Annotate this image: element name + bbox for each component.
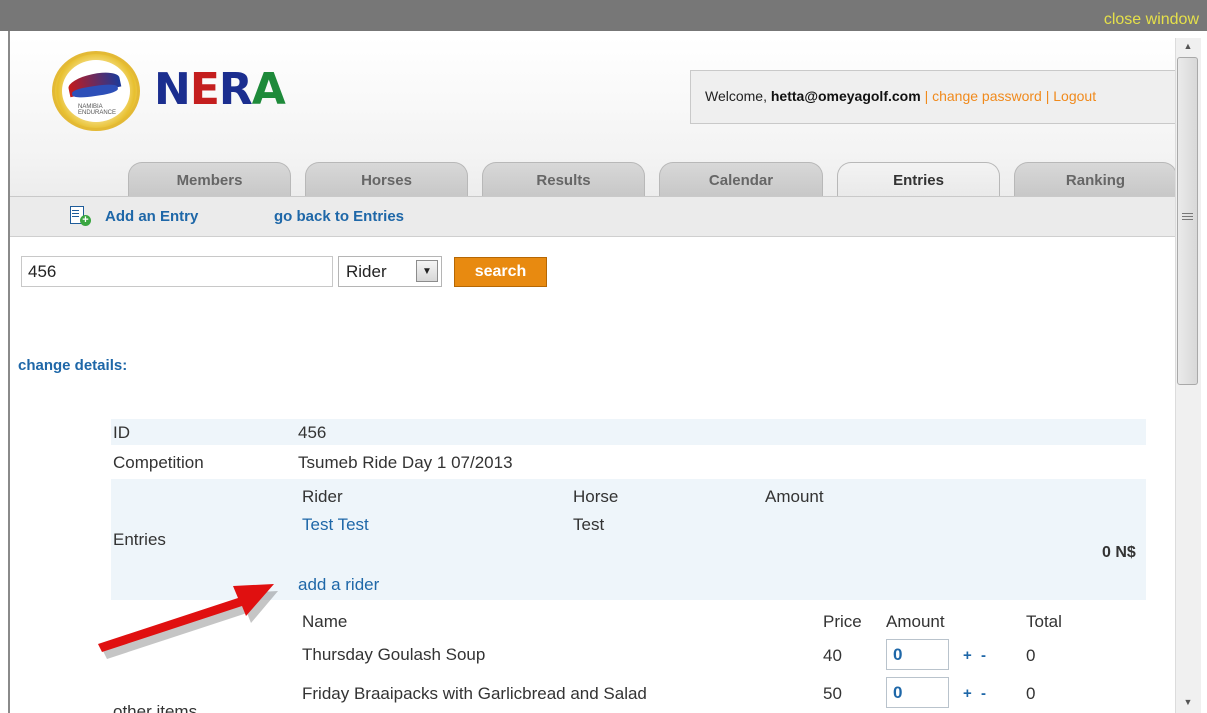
entries-header-rider: Rider	[302, 487, 343, 506]
tab-calendar[interactable]: Calendar	[659, 162, 823, 197]
close-window-link[interactable]: close window	[1104, 11, 1199, 29]
entries-header-horse: Horse	[573, 487, 619, 506]
annotation-arrow-icon	[98, 584, 278, 659]
separator: |	[1045, 88, 1050, 104]
app-window: close window NAMIBIA ENDURANCE NERA Welc…	[0, 0, 1207, 713]
tab-entries[interactable]: Entries	[837, 162, 1000, 197]
add-rider-link[interactable]: add a rider	[298, 575, 379, 595]
tab-horses[interactable]: Horses	[305, 162, 468, 197]
brand-wordmark[interactable]: NERA	[154, 64, 286, 115]
item-amount-input[interactable]	[886, 639, 949, 670]
user-email: hetta@omeyagolf.com	[770, 88, 921, 104]
items-header-amount: Amount	[886, 612, 945, 631]
change-password-link[interactable]: change password	[932, 88, 1042, 104]
item-price: 40	[823, 646, 842, 665]
item-name: Thursday Goulash Soup	[302, 645, 486, 664]
scroll-up-icon[interactable]: ▲	[1178, 38, 1198, 54]
item-amount-input[interactable]	[886, 677, 949, 708]
items-header-price: Price	[823, 612, 862, 631]
search-type-value: Rider	[346, 262, 387, 281]
other-items-label: other items	[113, 702, 198, 713]
separator: |	[924, 88, 929, 104]
tab-members[interactable]: Members	[128, 162, 291, 197]
change-details-heading: change details:	[18, 357, 128, 374]
grip-icon	[1182, 213, 1193, 225]
competition-label: Competition	[113, 453, 204, 472]
entries-label: Entries	[113, 530, 166, 549]
window-title-bar: close window	[0, 0, 1207, 31]
logo-caption: NAMIBIA ENDURANCE	[78, 104, 117, 116]
account-welcome: Welcome, hetta@omeyagolf.com | change pa…	[705, 88, 1096, 104]
entries-header-amount: Amount	[765, 487, 824, 506]
search-button[interactable]: search	[454, 257, 547, 287]
id-label: ID	[113, 423, 130, 442]
competition-value: Tsumeb Ride Day 1 07/2013	[298, 453, 513, 472]
increment-button[interactable]: +	[963, 647, 972, 664]
plus-icon: +	[80, 215, 91, 226]
logo-emblem-inner: NAMIBIA ENDURANCE	[62, 60, 130, 122]
entry-rider-link[interactable]: Test Test	[302, 515, 369, 535]
decrement-button[interactable]: -	[981, 685, 986, 702]
entry-horse: Test	[573, 515, 605, 534]
items-header-name: Name	[302, 612, 348, 631]
item-total: 0	[1026, 684, 1036, 703]
tab-results[interactable]: Results	[482, 162, 645, 197]
tab-ranking[interactable]: Ranking	[1014, 162, 1177, 197]
add-entry-link[interactable]: Add an Entry	[105, 208, 198, 225]
logout-link[interactable]: Logout	[1053, 88, 1096, 104]
decrement-button[interactable]: -	[981, 647, 986, 664]
scroll-down-icon[interactable]: ▼	[1178, 694, 1198, 710]
back-to-entries-link[interactable]: go back to Entries	[274, 208, 404, 225]
entries-total: 0 N$	[1102, 544, 1136, 561]
increment-button[interactable]: +	[963, 685, 972, 702]
welcome-prefix: Welcome,	[705, 88, 767, 104]
item-total: 0	[1026, 646, 1036, 665]
search-input[interactable]	[21, 256, 333, 287]
dropdown-arrow-icon[interactable]: ▼	[416, 260, 438, 282]
item-name: Friday Braaipacks with Garlicbread and S…	[302, 684, 647, 703]
id-row	[111, 419, 1146, 445]
items-header-total: Total	[1026, 612, 1062, 631]
item-price: 50	[823, 684, 842, 703]
id-value: 456	[298, 423, 327, 442]
